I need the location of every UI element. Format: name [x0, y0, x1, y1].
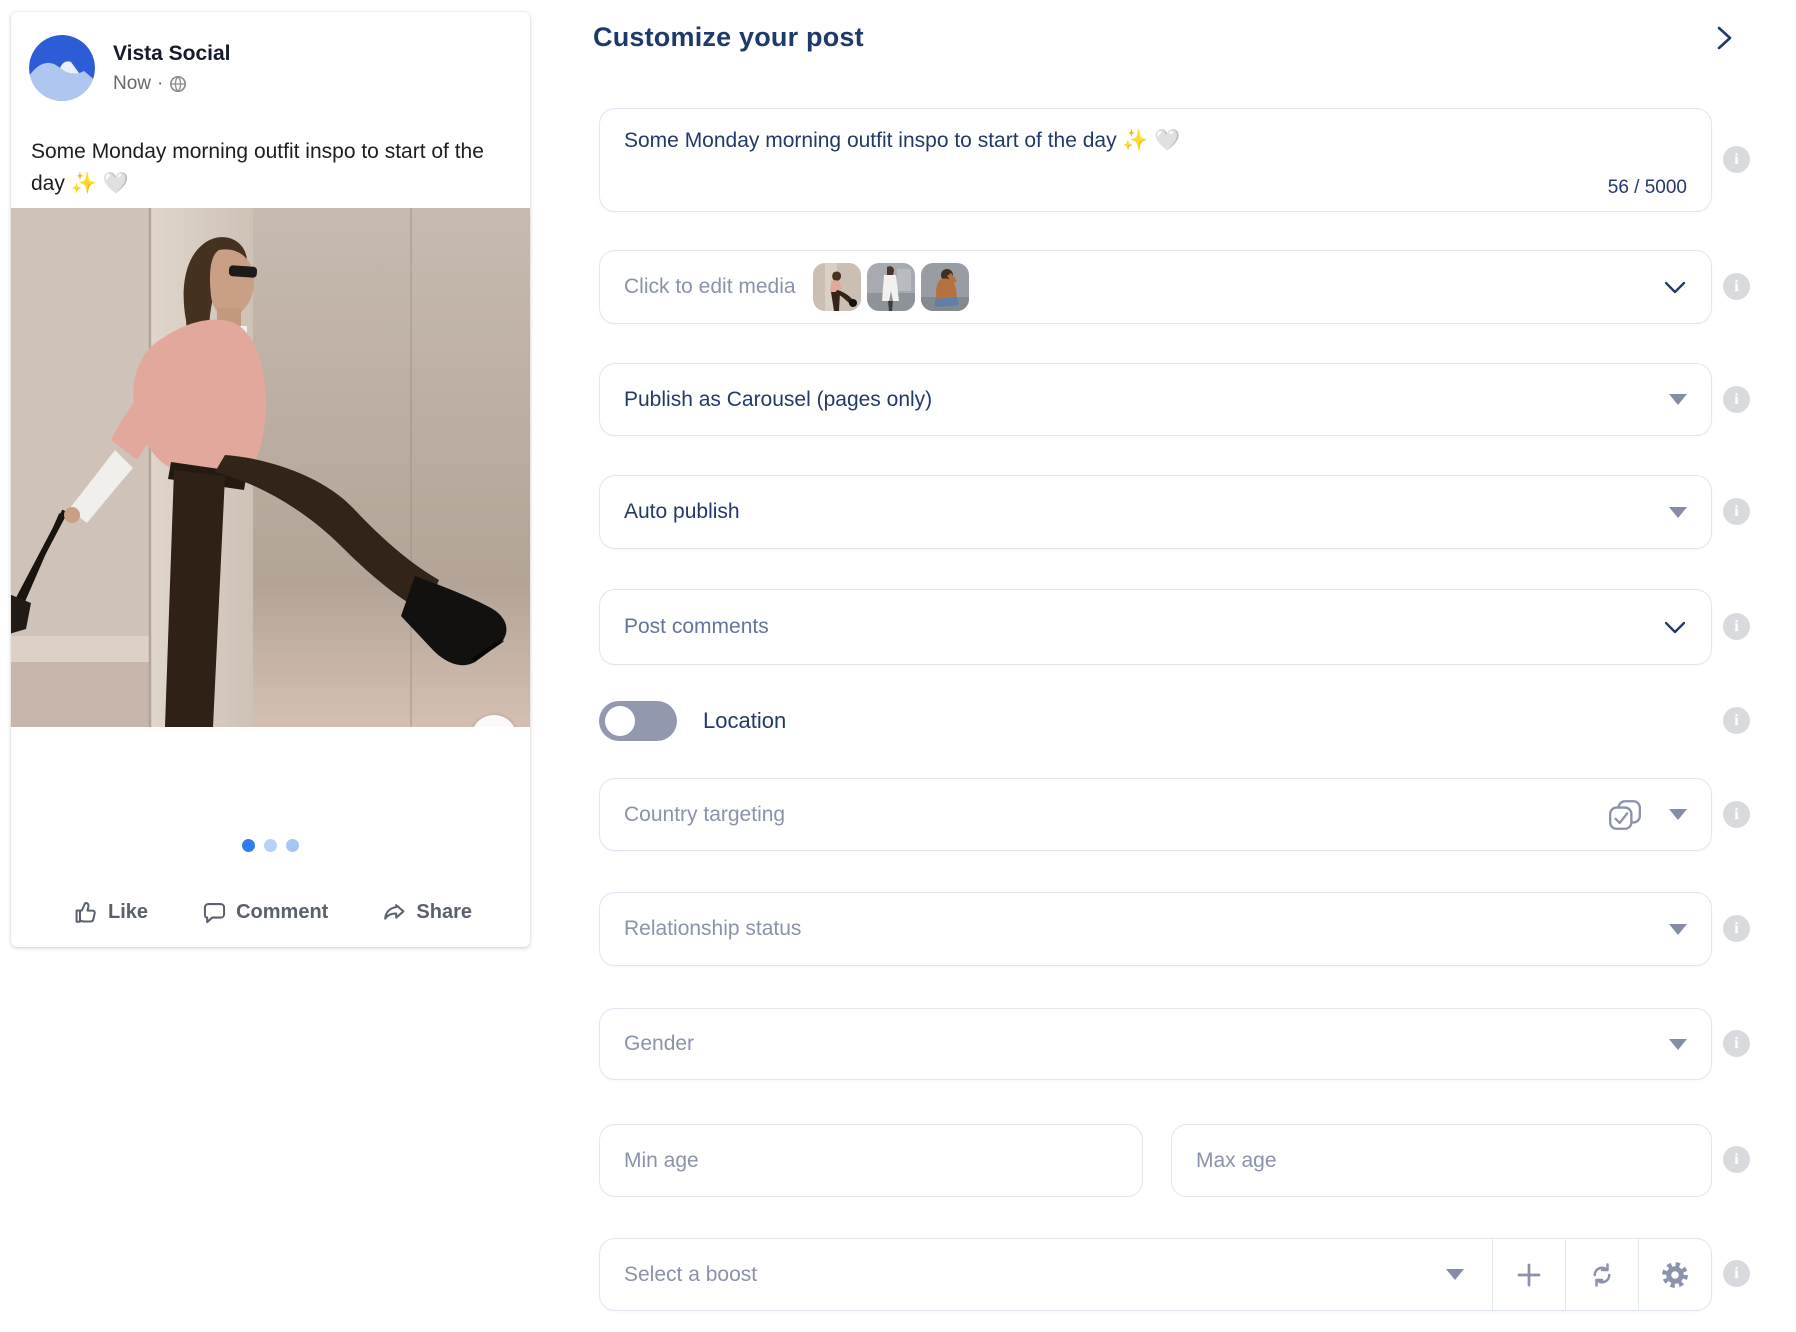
post-preview-card: Vista Social Now · Some Monday morning o…	[11, 12, 530, 947]
plus-icon	[1514, 1260, 1544, 1290]
gender-label: Gender	[624, 1032, 694, 1056]
publish-as-carousel-label: Publish as Carousel (pages only)	[624, 388, 932, 412]
chevron-right-icon	[1710, 22, 1738, 54]
share-label: Share	[416, 901, 472, 924]
info-icon[interactable]: i	[1723, 273, 1750, 300]
caption-text[interactable]: Some Monday morning outfit inspo to star…	[624, 129, 1687, 153]
account-name: Vista Social	[113, 42, 231, 66]
thumbnail-photo-1	[813, 263, 861, 311]
boost-placeholder: Select a boost	[624, 1263, 757, 1287]
carousel-dots	[11, 839, 530, 852]
max-age-field	[1171, 1124, 1712, 1197]
info-icon[interactable]: i	[1723, 801, 1750, 828]
refresh-icon	[1587, 1260, 1617, 1290]
add-boost-button[interactable]	[1492, 1239, 1565, 1310]
auto-publish-select[interactable]: Auto publish	[599, 475, 1712, 549]
carousel-dot[interactable]	[264, 839, 277, 852]
character-counter: 56 / 5000	[1608, 177, 1687, 199]
post-header-text: Vista Social Now ·	[113, 35, 231, 101]
post-timestamp: Now ·	[113, 73, 231, 95]
app-root: Vista Social Now · Some Monday morning o…	[0, 0, 1796, 1332]
post-comments-field[interactable]: Post comments	[599, 589, 1712, 665]
select-all-button[interactable]	[1607, 799, 1643, 831]
thumbnail-photo-3	[921, 263, 969, 311]
chevron-down-icon	[1663, 620, 1687, 635]
country-targeting-select[interactable]: Country targeting	[599, 778, 1712, 851]
panel-title: Customize your post	[593, 22, 864, 53]
like-button[interactable]: Like	[73, 899, 148, 926]
toggle-knob	[605, 706, 635, 736]
min-age-field	[599, 1124, 1143, 1197]
media-expand-chevron[interactable]	[1663, 280, 1687, 295]
info-icon[interactable]: i	[1723, 707, 1750, 734]
refresh-boosts-button[interactable]	[1565, 1239, 1638, 1310]
comment-button[interactable]: Comment	[201, 899, 328, 926]
location-label: Location	[703, 708, 786, 734]
timestamp-separator: ·	[157, 73, 163, 95]
max-age-input[interactable]	[1172, 1125, 1711, 1196]
post-actions-bar: Like Comment Share	[11, 884, 530, 940]
share-button[interactable]: Share	[381, 899, 472, 926]
vista-social-logo-icon	[29, 35, 95, 101]
thumbnail-photo-2	[867, 263, 915, 311]
info-icon[interactable]: i	[1723, 146, 1750, 173]
copy-check-icon	[1607, 799, 1643, 831]
carousel-dot-active[interactable]	[242, 839, 255, 852]
comment-label: Comment	[236, 901, 328, 924]
media-thumbnail-2[interactable]	[867, 263, 915, 311]
outfit-photo	[11, 208, 530, 727]
auto-publish-label: Auto publish	[624, 500, 740, 524]
location-toggle[interactable]	[599, 701, 677, 741]
post-comments-label: Post comments	[624, 615, 769, 639]
dropdown-caret-icon	[1669, 924, 1687, 935]
relationship-status-label: Relationship status	[624, 917, 801, 941]
country-targeting-label: Country targeting	[624, 803, 785, 827]
info-icon[interactable]: i	[1723, 498, 1750, 525]
info-icon[interactable]: i	[1723, 386, 1750, 413]
gender-select[interactable]: Gender	[599, 1008, 1712, 1080]
relationship-status-select[interactable]: Relationship status	[599, 892, 1712, 966]
post-image	[11, 208, 530, 727]
dropdown-caret-icon	[1446, 1269, 1464, 1280]
media-field-label: Click to edit media	[624, 275, 796, 299]
dropdown-caret-icon	[1669, 394, 1687, 405]
boost-select[interactable]: Select a boost	[600, 1239, 1492, 1310]
dropdown-caret-icon	[1669, 507, 1687, 518]
globe-icon	[169, 75, 187, 93]
info-icon[interactable]: i	[1723, 915, 1750, 942]
caption-field[interactable]: Some Monday morning outfit inspo to star…	[599, 108, 1712, 212]
avatar	[29, 35, 95, 101]
post-header: Vista Social Now ·	[29, 35, 231, 101]
post-comments-expand-chevron[interactable]	[1663, 620, 1687, 635]
media-thumbnail-3[interactable]	[921, 263, 969, 311]
dropdown-caret-icon	[1669, 1039, 1687, 1050]
info-icon[interactable]: i	[1723, 1030, 1750, 1057]
dropdown-caret-icon	[1669, 809, 1687, 820]
gear-icon	[1660, 1260, 1690, 1290]
panel-collapse-button[interactable]	[1708, 22, 1740, 54]
boost-row: Select a boost	[599, 1238, 1712, 1311]
min-age-input[interactable]	[600, 1125, 1142, 1196]
boost-settings-button[interactable]	[1638, 1239, 1711, 1310]
like-label: Like	[108, 901, 148, 924]
carousel-dot[interactable]	[286, 839, 299, 852]
post-text: Some Monday morning outfit inspo to star…	[31, 136, 511, 200]
thumbs-up-icon	[73, 899, 100, 926]
share-arrow-icon	[381, 899, 408, 926]
location-row: Location	[599, 701, 786, 741]
publish-as-carousel-select[interactable]: Publish as Carousel (pages only)	[599, 363, 1712, 436]
info-icon[interactable]: i	[1723, 1146, 1750, 1173]
info-icon[interactable]: i	[1723, 1260, 1750, 1287]
chevron-right-icon	[483, 726, 505, 727]
media-field[interactable]: Click to edit media	[599, 250, 1712, 324]
comment-bubble-icon	[201, 899, 228, 926]
media-thumbnails	[813, 263, 969, 311]
timestamp-text: Now	[113, 73, 151, 95]
media-thumbnail-1[interactable]	[813, 263, 861, 311]
info-icon[interactable]: i	[1723, 613, 1750, 640]
chevron-down-icon	[1663, 280, 1687, 295]
